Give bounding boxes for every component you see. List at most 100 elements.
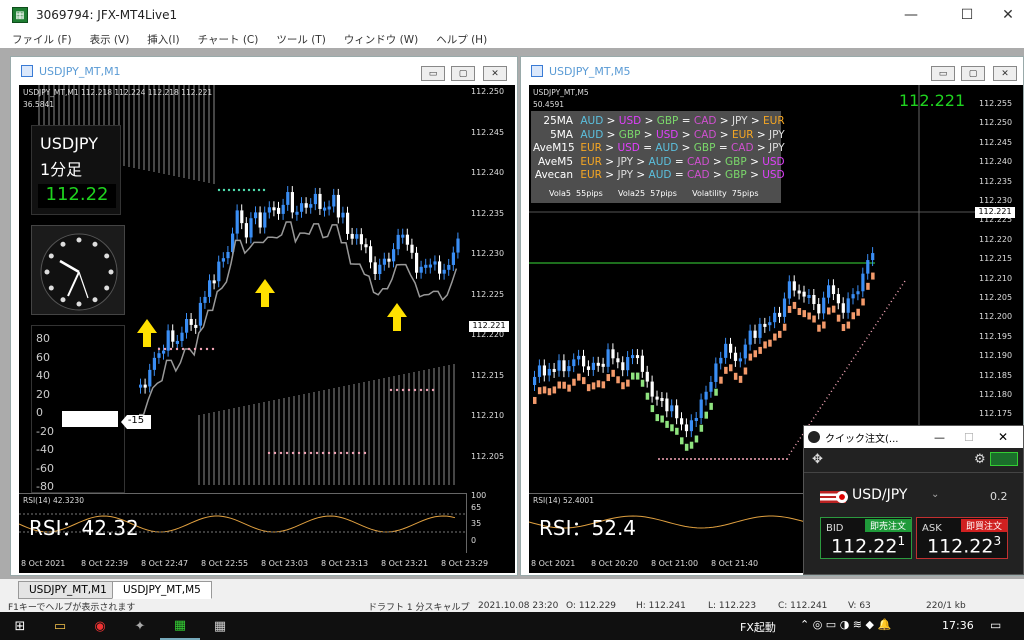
time-tick: 8 Oct 23:29 <box>441 559 489 568</box>
strength-cell: = <box>681 115 694 127</box>
bid-price-pip: 1 <box>897 534 906 548</box>
status-help: F1キーでヘルプが表示されます <box>8 602 136 613</box>
chart-window-m1: USDJPY_MT,M1 ▭ ▢ ✕ USDJPY_MT,M1 112.218 … <box>10 56 518 576</box>
menu-insert[interactable]: 挿入(I) <box>135 32 185 47</box>
chart-restore-button[interactable]: ▢ <box>961 66 985 81</box>
strength-cell: = <box>674 169 687 181</box>
strength-cell: USD <box>762 169 785 181</box>
chart-window-header[interactable]: USDJPY_MT,M1 ▭ ▢ ✕ <box>11 57 517 85</box>
clock-time: 17:36 <box>942 619 974 632</box>
strength-cell: JPY <box>617 169 637 181</box>
time-tick: 8 Oct 20:20 <box>591 559 639 568</box>
price-tick: 112.205 <box>471 451 505 461</box>
price-tick: 112.235 <box>471 208 505 218</box>
price-tick: 112.240 <box>979 157 1013 167</box>
title-bar: ▦ 3069794: JFX-MT4Live1 — ☐ ✕ <box>0 0 1024 30</box>
maximize-button[interactable]: ☐ <box>944 0 990 30</box>
rsi-label: RSI(14) 52.4001 <box>533 496 594 505</box>
ask-box[interactable]: ASK 即買注文 112.223 <box>916 517 1008 559</box>
strength-row: 25MA AUD > USD > GBP = CAD > JPY > EUR <box>533 115 784 127</box>
menu-chart[interactable]: チャート (C) <box>186 32 265 47</box>
quick-order-maximize[interactable]: ☐ <box>964 431 974 444</box>
tab-usdjpy-m1[interactable]: USDJPY_MT,M1 <box>18 581 118 599</box>
strength-cell: > <box>750 169 763 181</box>
strength-cell: GBP <box>725 169 751 181</box>
rsi-label: RSI(14) 42.3230 <box>23 496 84 505</box>
quick-order-titlebar[interactable]: クイック注文(... — ☐ ✕ <box>804 426 1023 448</box>
strength-row-label: 5MA <box>550 128 573 141</box>
chrome-icon[interactable]: ◉ <box>80 612 120 640</box>
status-close: C: 112.241 <box>778 601 828 611</box>
chart-close-button[interactable]: ✕ <box>993 66 1017 81</box>
chart-minimize-button[interactable]: ▭ <box>931 66 955 81</box>
chart-close-button[interactable]: ✕ <box>483 66 507 81</box>
strength-row-label: Avecan <box>534 169 573 181</box>
strength-cell: AUD <box>577 115 607 127</box>
menu-tools[interactable]: ツール (T) <box>264 32 331 47</box>
menu-help[interactable]: ヘルプ (H) <box>424 32 493 47</box>
move-icon[interactable]: ✥ <box>812 452 823 467</box>
analog-clock <box>31 225 125 315</box>
chart-window-title: USDJPY_MT,M5 <box>549 64 631 78</box>
settings-gear-icon[interactable]: ⚙ <box>974 452 986 467</box>
price-tick: 112.215 <box>471 370 505 380</box>
menu-file[interactable]: ファイル (F) <box>0 32 78 47</box>
spread-value: 0.2 <box>990 490 1008 503</box>
strength-cell: = <box>718 142 731 154</box>
rsi-subwindow: RSI(14) 42.3230 RSI：42.32 <box>18 493 467 553</box>
chart-canvas-m1[interactable]: USDJPY_MT,M1 112.218 112.224 112.218 112… <box>18 85 515 573</box>
strength-cell: USD <box>762 155 785 168</box>
folder-icon[interactable]: ▭ <box>40 612 80 640</box>
window-title: 3069794: JFX-MT4Live1 <box>36 8 178 22</box>
strength-cell: CAD <box>693 115 720 127</box>
strength-cell: = <box>643 142 656 154</box>
time-tick: 8 Oct 21:40 <box>711 559 759 568</box>
panel-toggle-icon[interactable] <box>990 452 1018 466</box>
status-profile: ドラフト 1 分スキャルプ <box>368 602 470 613</box>
quick-order-minimize[interactable]: — <box>934 431 945 444</box>
quick-order-close[interactable]: ✕ <box>998 430 1008 444</box>
strength-cell: > <box>643 128 656 141</box>
price-tick: 112.185 <box>979 370 1013 380</box>
chart-window-header[interactable]: USDJPY_MT,M5 ▭ ▢ ✕ <box>521 57 1023 85</box>
gauge-label: 20 <box>36 387 50 401</box>
sell-now-button[interactable]: 即売注文 <box>865 519 911 532</box>
strength-row-label: AveM15 <box>533 142 575 154</box>
price-tick: 112.235 <box>979 176 1013 186</box>
menu-view[interactable]: 表示 (V) <box>78 32 136 47</box>
status-time: 2021.10.08 23:20 <box>478 601 559 611</box>
mt4-taskbar-icon-2[interactable]: ▦ <box>200 612 240 640</box>
action-center-icon[interactable]: ▭ <box>990 618 1001 632</box>
chart-minimize-button[interactable]: ▭ <box>421 66 445 81</box>
strength-cell: > <box>644 115 657 127</box>
strength-cell: JPY <box>617 155 637 168</box>
close-button[interactable]: ✕ <box>985 0 1024 30</box>
tab-usdjpy-m5[interactable]: USDJPY_MT,M5 <box>112 581 212 599</box>
mt4-taskbar-icon[interactable]: ▦ <box>160 612 200 640</box>
status-volume: V: 63 <box>848 601 871 611</box>
bid-box[interactable]: BID 即売注文 112.221 <box>820 517 912 559</box>
currency-pair[interactable]: USD/JPY <box>852 487 907 503</box>
time-tick: 8 Oct 22:55 <box>201 559 249 568</box>
strength-cell: > <box>719 128 732 141</box>
strength-cell: USD <box>655 128 682 141</box>
strength-cell: > <box>636 155 649 168</box>
menu-window[interactable]: ウィンドウ (W) <box>332 32 424 47</box>
chevron-down-icon[interactable]: ⌄ <box>931 489 939 500</box>
strength-cell: > <box>756 142 770 154</box>
price-tick: 112.245 <box>471 127 505 137</box>
strength-cell: = <box>674 155 687 168</box>
strength-cell: JPY <box>731 115 751 127</box>
status-traffic: 220/1 kb <box>926 601 966 611</box>
rsi-tick: 0 <box>471 536 477 545</box>
currency-strength-panel: 25MA AUD > USD > GBP = CAD > JPY > EUR 5… <box>531 111 785 203</box>
chart-restore-button[interactable]: ▢ <box>451 66 475 81</box>
time-tick: 8 Oct 2021 <box>21 559 66 568</box>
gauge-label: -20 <box>36 424 54 438</box>
windows-start-icon[interactable]: ⊞ <box>0 612 40 640</box>
status-bar: F1キーでヘルプが表示されます ドラフト 1 分スキャルプ 2021.10.08… <box>0 600 1024 613</box>
buy-now-button[interactable]: 即買注文 <box>961 519 1007 532</box>
minimize-button[interactable]: — <box>888 0 934 30</box>
app-icon[interactable]: ✦ <box>120 612 160 640</box>
strength-row-label: 25MA <box>543 115 573 127</box>
